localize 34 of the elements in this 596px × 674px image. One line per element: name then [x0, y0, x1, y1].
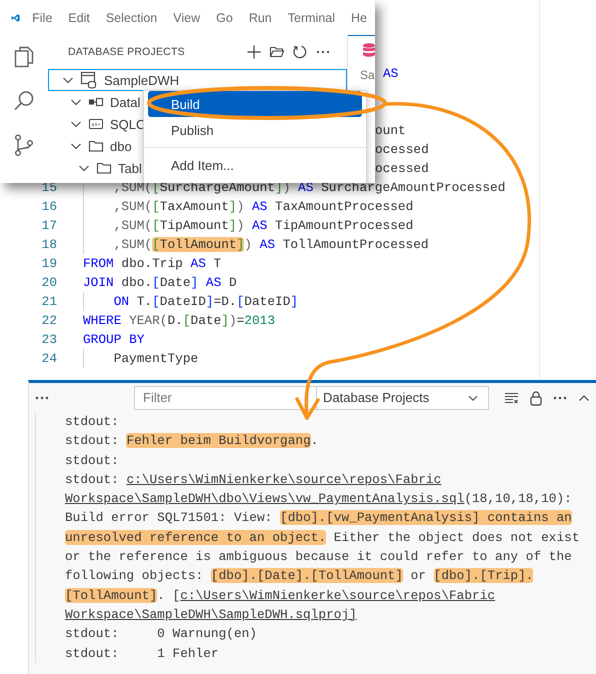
code-line: PaymentType: [83, 349, 198, 368]
output-line: or the reference is ambiguous because it could refer to any of the: [65, 548, 573, 566]
code-fragment: ount: [375, 123, 406, 138]
line-number: 16: [40, 198, 57, 216]
line-number: 23: [40, 331, 57, 349]
line-number: 24: [40, 350, 57, 368]
code-line: JOIN dbo.[Date] AS D: [83, 274, 237, 292]
code-line: ,SUM([TipAmount]) AS TipAmountProcessed: [83, 216, 414, 235]
output-line: [TollAmount]. [c:\Users\WimNienkerke\source\repos\Fabric: [65, 586, 496, 605]
output-line: Workspace\SampleDWH\dbo\Views\vw_PaymentAnalysis.sql(18,10,18,10):: [65, 490, 573, 508]
code-line: FROM dbo.Trip AS T: [83, 255, 222, 273]
output-line: stdout: 0 Warnung(en): [65, 625, 258, 644]
code-line: WHERE YEAR(D.[Date])=2013: [83, 312, 276, 330]
output-line: stdout: 1 Fehler: [65, 644, 220, 663]
output-line: stdout: c:\Users\WimNienkerke\source\repos\Fabric: [65, 470, 442, 489]
line-number: 22: [40, 312, 57, 330]
code-line: ,SUM([TollAmount]) AS TollAmountProcessed: [83, 235, 429, 254]
output-line: unresolved reference to an object. Either the object does not exist: [65, 528, 581, 547]
code-fragment: ocessed: [375, 161, 429, 176]
line-number: 19: [40, 255, 57, 273]
line-number: 21: [40, 293, 57, 311]
line-number: 20: [40, 274, 57, 292]
line-number: 18: [40, 236, 57, 254]
code-line: ON T.[DateID]=D.[DateID]: [83, 292, 298, 311]
output-line: following objects: [dbo].[Date].[TollAmount] or [dbo].[Trip].: [65, 567, 534, 586]
code-line: ,SUM([TaxAmount]) AS TaxAmountProcessed: [83, 197, 414, 216]
code-line: GROUP BY: [83, 331, 144, 349]
panel-title: DATABASE PROJECTS: [68, 46, 186, 58]
output-line: stdout:: [65, 452, 120, 470]
code-fragment: AS: [383, 66, 398, 81]
output-line: Build error SQL71501: View: [dbo].[vw_PaymentAnalysis] contains an: [65, 509, 573, 528]
code-fragment: ocessed: [375, 142, 429, 157]
output-line: stdout:: [65, 413, 120, 431]
line-number: 17: [40, 217, 57, 235]
